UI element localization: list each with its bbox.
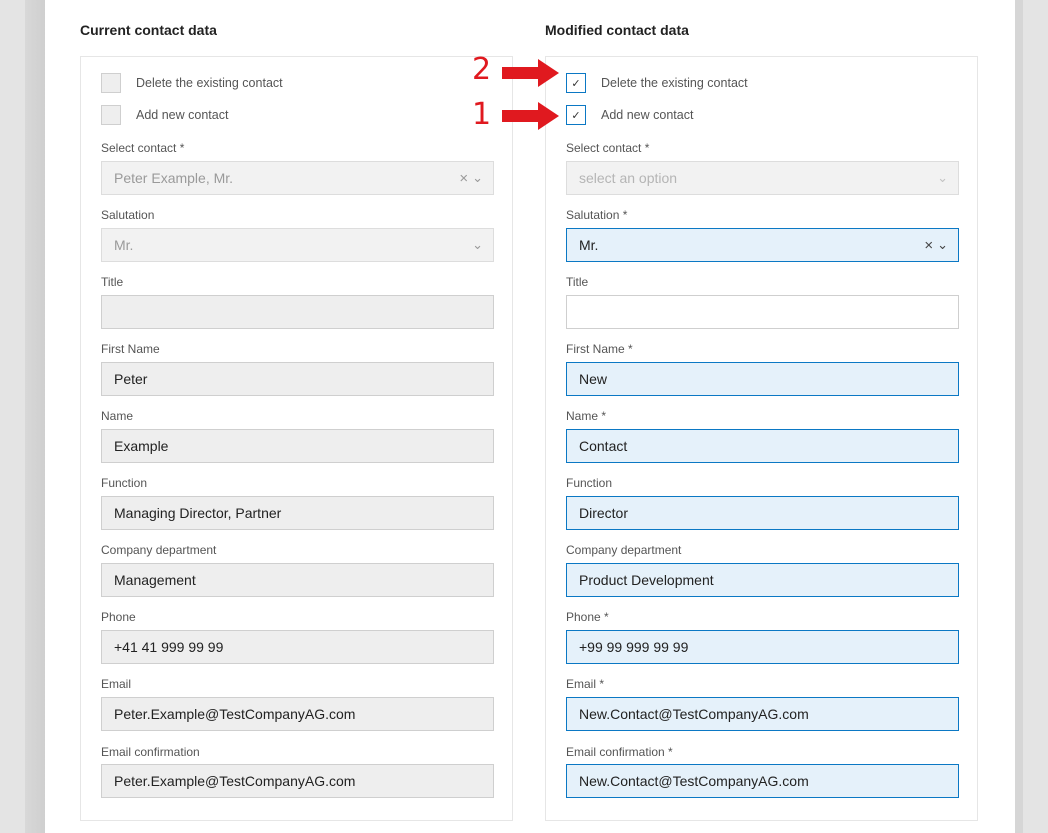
right-first-name-field[interactable]: New <box>566 362 959 396</box>
right-department-field[interactable]: Product Development <box>566 563 959 597</box>
left-delete-checkbox[interactable] <box>101 73 121 93</box>
left-email-label: Email <box>101 677 132 691</box>
right-add-row: ✓ Add new contact <box>566 105 693 125</box>
left-function-field[interactable]: Managing Director, Partner <box>101 496 494 530</box>
annotation-arrow-add-icon <box>502 102 559 130</box>
left-first-name-field[interactable]: Peter <box>101 362 494 396</box>
right-salutation-label: Salutation * <box>566 208 628 222</box>
left-add-checkbox[interactable] <box>101 105 121 125</box>
right-function-field[interactable]: Director <box>566 496 959 530</box>
right-phone-field[interactable]: +99 99 999 99 99 <box>566 630 959 664</box>
right-salutation-select[interactable]: Mr. × ⌄ <box>566 228 959 262</box>
left-phone-label: Phone <box>101 610 136 624</box>
page-right-shadow <box>1015 0 1023 833</box>
chevron-down-icon[interactable]: ⌄ <box>937 170 948 186</box>
right-function-label: Function <box>566 476 613 490</box>
annotation-arrow-delete-icon <box>502 59 559 87</box>
right-department-label: Company department <box>566 543 682 557</box>
right-title-label: Title <box>566 275 589 289</box>
right-select-contact[interactable]: select an option ⌄ <box>566 161 959 195</box>
modified-contact-title: Modified contact data <box>545 22 689 38</box>
right-add-label: Add new contact <box>601 108 694 122</box>
modified-contact-panel: ✓ Delete the existing contact ✓ Add new … <box>545 56 978 821</box>
left-add-row: Add new contact <box>101 105 228 125</box>
right-select-contact-label: Select contact * <box>566 141 650 155</box>
right-salutation-value: Mr. <box>579 237 599 253</box>
left-delete-label: Delete the existing contact <box>136 76 283 90</box>
left-phone-field[interactable]: +41 41 999 99 99 <box>101 630 494 664</box>
chevron-down-icon[interactable]: ⌄ <box>472 170 483 186</box>
left-salutation-value: Mr. <box>114 237 134 253</box>
left-select-contact-value: Peter Example, Mr. <box>114 170 234 186</box>
left-department-field[interactable]: Management <box>101 563 494 597</box>
check-icon: ✓ <box>571 77 581 90</box>
right-delete-label: Delete the existing contact <box>601 76 748 90</box>
left-title-field[interactable] <box>101 295 494 329</box>
right-phone-label: Phone * <box>566 610 609 624</box>
left-email-field[interactable]: Peter.Example@TestCompanyAG.com <box>101 697 494 731</box>
clear-icon[interactable]: × <box>459 171 468 186</box>
right-email-confirm-field[interactable]: New.Contact@TestCompanyAG.com <box>566 764 959 798</box>
right-title-field[interactable] <box>566 295 959 329</box>
left-first-name-label: First Name <box>101 342 160 356</box>
left-function-label: Function <box>101 476 148 490</box>
left-delete-row: Delete the existing contact <box>101 73 283 93</box>
left-name-label: Name <box>101 409 134 423</box>
page-left-shadow <box>25 0 45 833</box>
right-add-checkbox[interactable]: ✓ <box>566 105 586 125</box>
left-salutation-select[interactable]: Mr. ⌄ <box>101 228 494 262</box>
chevron-down-icon[interactable]: ⌄ <box>937 237 948 253</box>
form-page: Current contact data Delete the existing… <box>45 0 1015 833</box>
left-email-confirm-field[interactable]: Peter.Example@TestCompanyAG.com <box>101 764 494 798</box>
right-delete-checkbox[interactable]: ✓ <box>566 73 586 93</box>
left-add-label: Add new contact <box>136 108 229 122</box>
left-email-confirm-label: Email confirmation <box>101 745 200 759</box>
right-select-contact-placeholder: select an option <box>579 170 678 186</box>
chevron-down-icon[interactable]: ⌄ <box>472 237 483 253</box>
annotation-number-2: 2 <box>472 52 492 87</box>
left-salutation-label: Salutation <box>101 208 155 222</box>
check-icon: ✓ <box>571 109 581 122</box>
right-email-label: Email * <box>566 677 605 691</box>
left-title-label: Title <box>101 275 124 289</box>
right-name-field[interactable]: Contact <box>566 429 959 463</box>
right-first-name-label: First Name * <box>566 342 633 356</box>
right-name-label: Name * <box>566 409 607 423</box>
current-contact-title: Current contact data <box>80 22 217 38</box>
left-select-contact-label: Select contact * <box>101 141 185 155</box>
clear-icon[interactable]: × <box>924 238 933 253</box>
current-contact-panel: Delete the existing contact Add new cont… <box>80 56 513 821</box>
left-department-label: Company department <box>101 543 217 557</box>
left-select-contact[interactable]: Peter Example, Mr. × ⌄ <box>101 161 494 195</box>
right-email-confirm-label: Email confirmation * <box>566 745 673 759</box>
left-name-field[interactable]: Example <box>101 429 494 463</box>
right-email-field[interactable]: New.Contact@TestCompanyAG.com <box>566 697 959 731</box>
annotation-number-1: 1 <box>472 97 492 132</box>
right-delete-row: ✓ Delete the existing contact <box>566 73 748 93</box>
